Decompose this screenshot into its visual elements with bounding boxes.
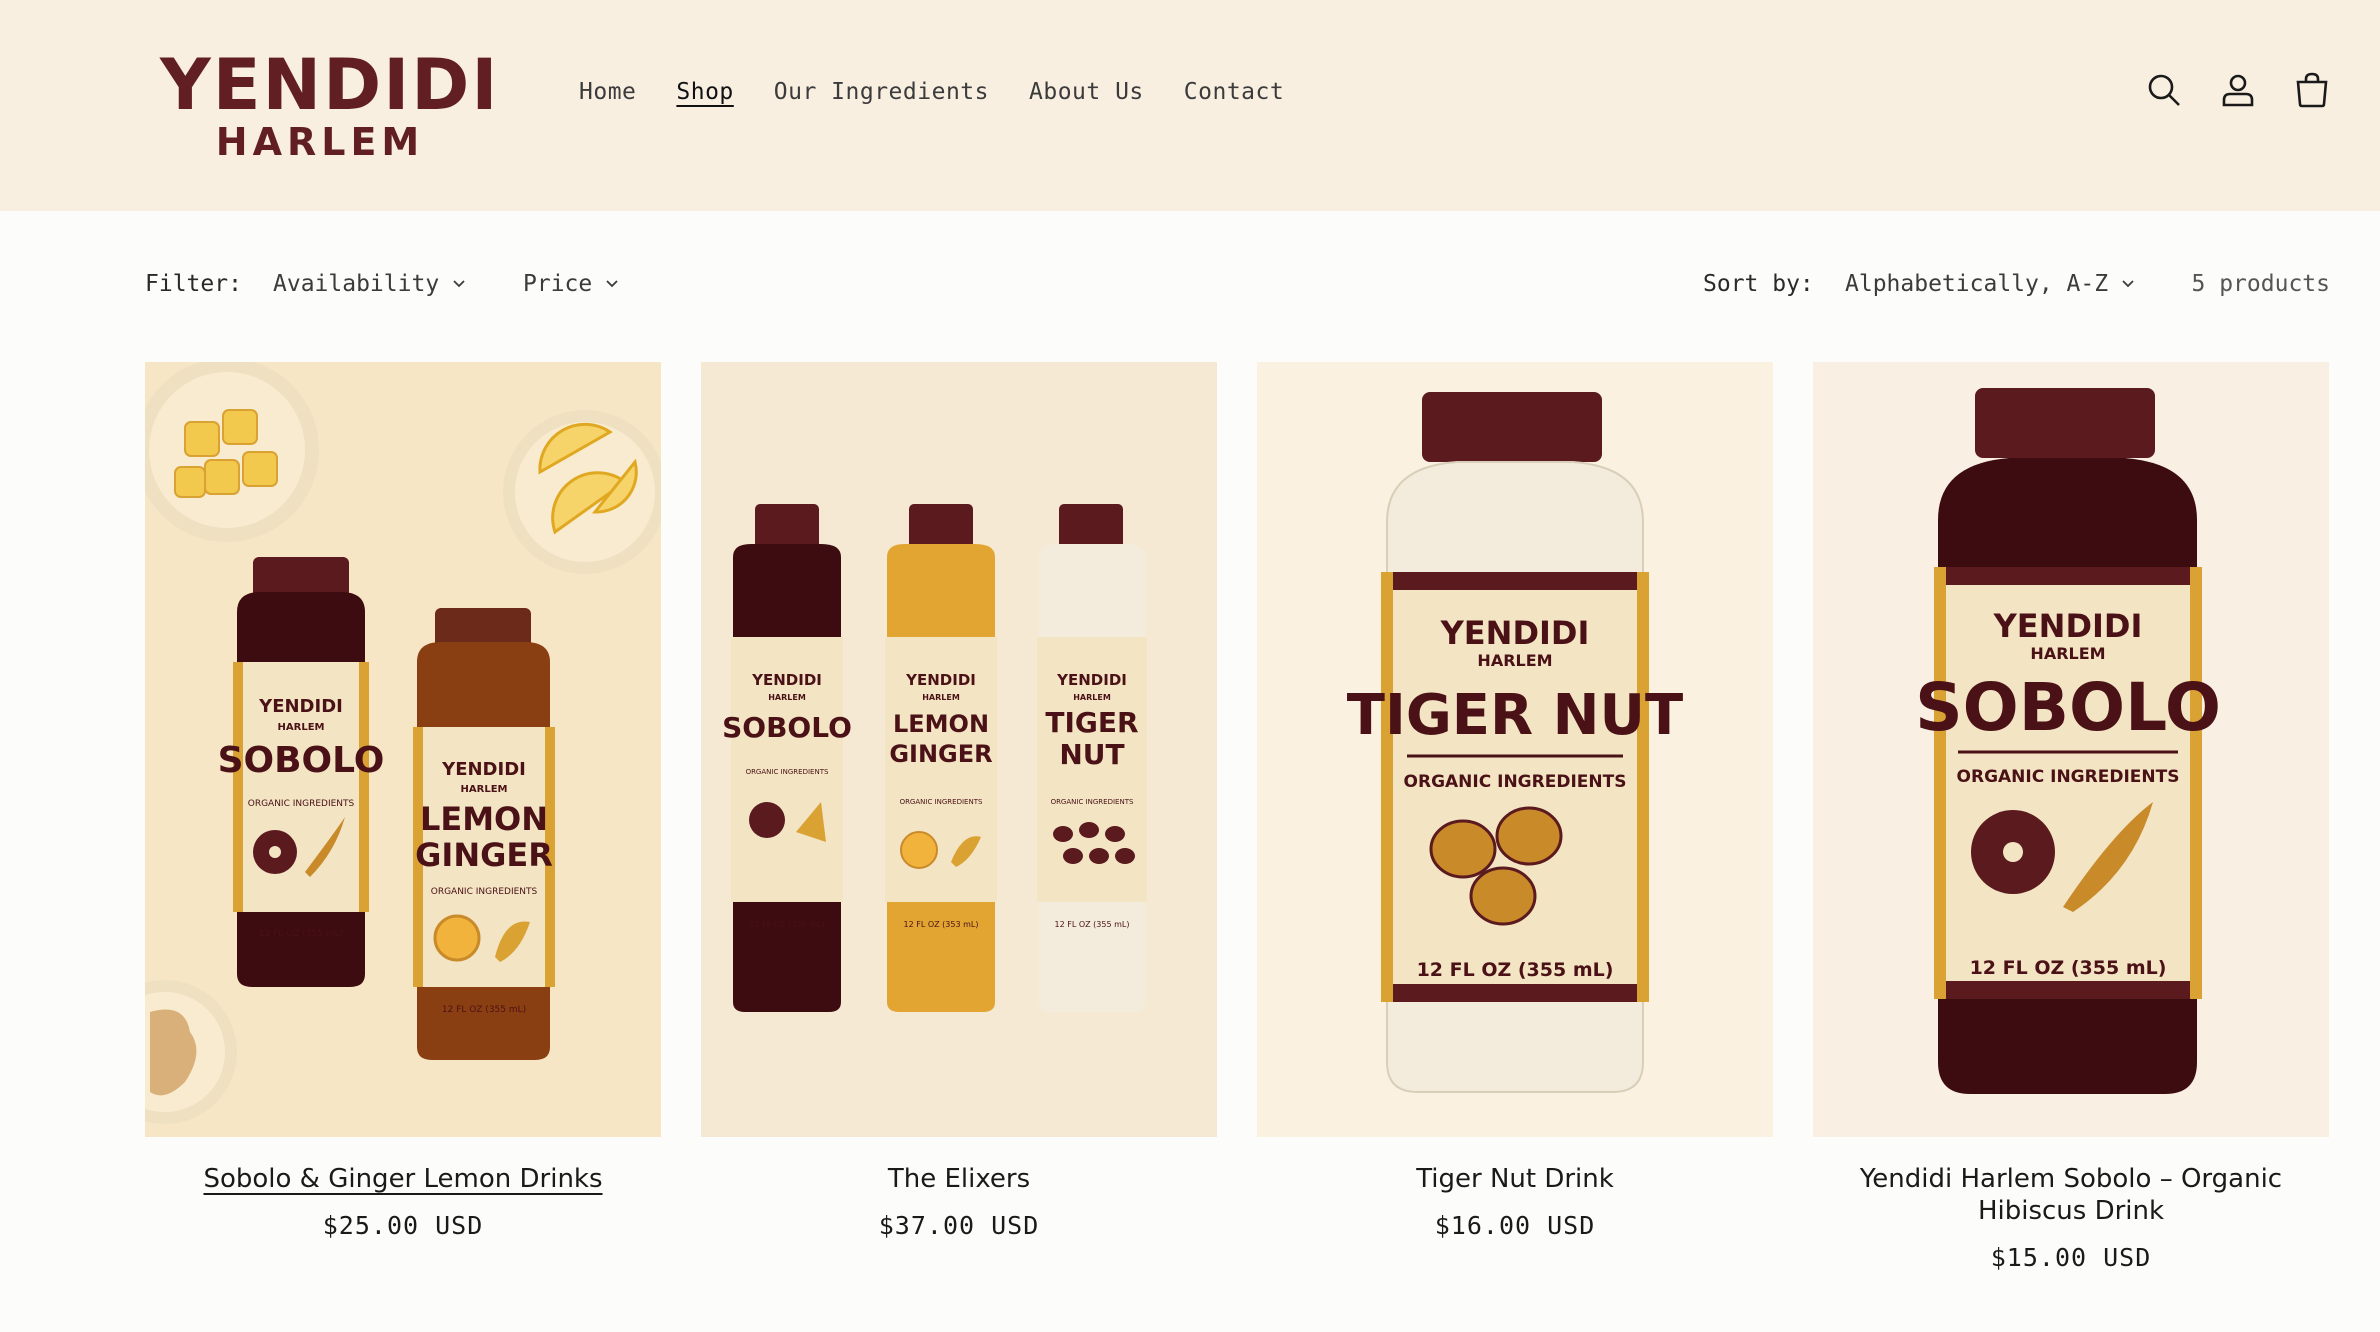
product-photo: YENDIDI HARLEM SOBOLO ORGANIC INGREDIENT… xyxy=(145,362,661,1137)
chevron-down-icon xyxy=(606,280,618,288)
product-grid: YENDIDI HARLEM SOBOLO ORGANIC INGREDIENT… xyxy=(145,362,2330,1273)
svg-text:SOBOLO: SOBOLO xyxy=(1915,669,2221,746)
main-nav: Home Shop Our Ingredients About Us Conta… xyxy=(579,72,1284,112)
svg-text:YENDIDI: YENDIDI xyxy=(441,759,526,780)
svg-text:GINGER: GINGER xyxy=(415,836,553,874)
svg-text:12 FL OZ (355 mL): 12 FL OZ (355 mL) xyxy=(1055,920,1130,929)
nav-shop[interactable]: Shop xyxy=(676,72,733,112)
product-image[interactable]: YENDIDI HARLEM SOBOLO ORGANIC INGREDIENT… xyxy=(145,362,661,1137)
svg-text:YENDIDI: YENDIDI xyxy=(905,671,976,689)
svg-text:HARLEM: HARLEM xyxy=(1477,651,1552,670)
svg-text:NUT: NUT xyxy=(1059,738,1124,771)
svg-text:LEMON: LEMON xyxy=(893,710,989,738)
svg-text:HARLEM: HARLEM xyxy=(278,722,325,733)
chevron-down-icon xyxy=(2122,280,2134,288)
site-header: YENDIDI HARLEM Home Shop Our Ingredients… xyxy=(0,0,2380,211)
svg-text:ORGANIC INGREDIENTS: ORGANIC INGREDIENTS xyxy=(1404,772,1627,792)
nav-home[interactable]: Home xyxy=(579,72,636,112)
svg-text:TIGER NUT: TIGER NUT xyxy=(1347,683,1683,748)
svg-text:SOBOLO: SOBOLO xyxy=(218,740,385,781)
nav-contact[interactable]: Contact xyxy=(1184,72,1284,112)
brand-location: HARLEM xyxy=(215,120,425,164)
product-image[interactable]: YENDIDI HARLEM SOBOLO ORGANIC INGREDIENT… xyxy=(1813,362,2329,1137)
account-icon[interactable] xyxy=(2220,68,2256,112)
availability-filter-label: Availability xyxy=(273,271,440,297)
product-photo: YENDIDI HARLEM TIGER NUT ORGANIC INGREDI… xyxy=(1257,362,1773,1137)
brand-logo[interactable]: YENDIDI HARLEM xyxy=(160,44,500,166)
product-title[interactable]: The Elixers xyxy=(701,1163,1217,1195)
product-price: $25.00 USD xyxy=(322,1211,484,1240)
chevron-down-icon xyxy=(453,280,465,288)
price-filter-label: Price xyxy=(523,271,593,297)
sort-select[interactable]: Alphabetically, A-Z xyxy=(1845,264,2134,304)
svg-text:HARLEM: HARLEM xyxy=(1073,693,1111,702)
svg-text:12 FL OZ (355 mL): 12 FL OZ (355 mL) xyxy=(1417,959,1614,981)
svg-text:ORGANIC INGREDIENTS: ORGANIC INGREDIENTS xyxy=(900,798,983,806)
svg-text:ORGANIC INGREDIENTS: ORGANIC INGREDIENTS xyxy=(746,768,829,776)
svg-text:12 FL OZ (353 mL): 12 FL OZ (353 mL) xyxy=(904,920,979,929)
product-card[interactable]: YENDIDI HARLEM SOBOLO ORGANIC INGREDIENT… xyxy=(1813,362,2329,1273)
nav-about-us[interactable]: About Us xyxy=(1029,72,1144,112)
product-count: 5 products xyxy=(2191,271,2330,297)
product-card[interactable]: YENDIDI HARLEM TIGER NUT ORGANIC INGREDI… xyxy=(1257,362,1773,1273)
price-filter[interactable]: Price xyxy=(523,264,618,304)
svg-text:ORGANIC INGREDIENTS: ORGANIC INGREDIENTS xyxy=(1957,767,2180,787)
product-price: $37.00 USD xyxy=(878,1211,1040,1240)
svg-text:TIGER: TIGER xyxy=(1045,706,1138,739)
product-title[interactable]: Yendidi Harlem Sobolo – Organic Hibiscus… xyxy=(1813,1163,2329,1227)
svg-text:HARLEM: HARLEM xyxy=(2030,644,2105,663)
filter-bar: Filter: Availability Price Sort by: Alph… xyxy=(145,264,2330,304)
svg-text:YENDIDI: YENDIDI xyxy=(258,696,343,717)
svg-text:HARLEM: HARLEM xyxy=(461,784,508,795)
svg-text:ORGANIC INGREDIENTS: ORGANIC INGREDIENTS xyxy=(431,887,538,897)
svg-text:GINGER: GINGER xyxy=(889,740,992,768)
svg-text:LEMON: LEMON xyxy=(420,800,548,838)
product-card[interactable]: YENDIDI HARLEM SOBOLO ORGANIC INGREDIENT… xyxy=(145,362,661,1273)
product-photo: YENDIDI HARLEM SOBOLO ORGANIC INGREDIENT… xyxy=(701,362,1217,1137)
svg-text:ORGANIC INGREDIENTS: ORGANIC INGREDIENTS xyxy=(1051,798,1134,806)
svg-text:12 FL OZ (355 mL): 12 FL OZ (355 mL) xyxy=(259,929,343,939)
svg-text:YENDIDI: YENDIDI xyxy=(1993,607,2143,645)
cart-icon[interactable] xyxy=(2294,68,2330,112)
product-price: $15.00 USD xyxy=(1990,1243,2152,1272)
header-icons xyxy=(2146,68,2330,112)
product-image[interactable]: YENDIDI HARLEM SOBOLO ORGANIC INGREDIENT… xyxy=(701,362,1217,1137)
product-price: $16.00 USD xyxy=(1434,1211,1596,1240)
svg-text:12 FL OZ (355 mL): 12 FL OZ (355 mL) xyxy=(750,920,825,929)
svg-text:12 FL OZ (355 mL): 12 FL OZ (355 mL) xyxy=(442,1005,526,1015)
product-image[interactable]: YENDIDI HARLEM TIGER NUT ORGANIC INGREDI… xyxy=(1257,362,1773,1137)
svg-text:YENDIDI: YENDIDI xyxy=(751,671,822,689)
search-icon[interactable] xyxy=(2146,68,2182,112)
svg-text:HARLEM: HARLEM xyxy=(922,693,960,702)
svg-text:ORGANIC INGREDIENTS: ORGANIC INGREDIENTS xyxy=(248,799,355,809)
product-photo: YENDIDI HARLEM SOBOLO ORGANIC INGREDIENT… xyxy=(1813,362,2329,1137)
svg-text:12 FL OZ (355 mL): 12 FL OZ (355 mL) xyxy=(1970,957,2167,979)
svg-text:YENDIDI: YENDIDI xyxy=(1440,614,1590,652)
nav-our-ingredients[interactable]: Our Ingredients xyxy=(774,72,989,112)
sort-select-value: Alphabetically, A-Z xyxy=(1845,271,2109,297)
availability-filter[interactable]: Availability xyxy=(273,264,465,304)
sort-label: Sort by: xyxy=(1703,271,1814,297)
svg-text:SOBOLO: SOBOLO xyxy=(722,711,852,744)
product-title[interactable]: Sobolo & Ginger Lemon Drinks xyxy=(145,1163,661,1195)
brand-name: YENDIDI xyxy=(160,44,500,126)
svg-text:HARLEM: HARLEM xyxy=(768,693,806,702)
product-card[interactable]: YENDIDI HARLEM SOBOLO ORGANIC INGREDIENT… xyxy=(701,362,1217,1273)
product-title[interactable]: Tiger Nut Drink xyxy=(1257,1163,1773,1195)
svg-text:YENDIDI: YENDIDI xyxy=(1056,671,1127,689)
filter-label: Filter: xyxy=(145,271,242,297)
